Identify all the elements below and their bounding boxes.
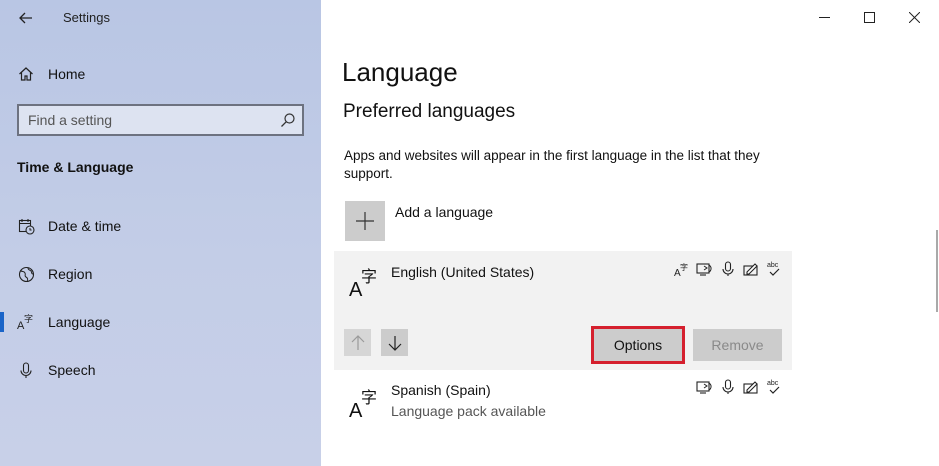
language-glyph-icon: A 字 [349, 267, 377, 299]
active-indicator [0, 312, 4, 332]
sidebar-item-label: Date & time [48, 218, 122, 234]
spellcheck-icon: abc [765, 260, 782, 277]
sidebar-item-home[interactable]: Home [0, 54, 321, 94]
language-features: abc [696, 378, 782, 395]
language-item-english[interactable]: A 字 English (United States) A字 abc Optio… [334, 251, 792, 370]
display-language-icon: A字 [673, 260, 690, 277]
section-description: Apps and websites will appear in the fir… [344, 148, 760, 181]
options-button[interactable]: Options [591, 326, 685, 364]
microphone-icon [17, 361, 35, 379]
language-features: A字 abc [673, 260, 782, 277]
sidebar: Settings Home Time & Language Date & tim… [0, 0, 321, 466]
back-arrow-icon [19, 12, 32, 24]
language-name: Spanish (Spain) [391, 382, 491, 398]
language-glyph-icon: A 字 [349, 388, 377, 420]
scrollbar[interactable] [936, 230, 938, 312]
speech-recognition-icon [719, 260, 736, 277]
speech-recognition-icon [719, 378, 736, 395]
svg-text:abc: abc [767, 262, 779, 269]
home-icon [17, 65, 35, 83]
sidebar-item-label: Speech [48, 362, 96, 378]
language-status: Language pack available [391, 403, 546, 419]
svg-text:字: 字 [680, 262, 688, 272]
svg-text:abc: abc [767, 380, 779, 387]
add-language-label: Add a language [395, 204, 494, 220]
handwriting-icon [742, 378, 759, 395]
date-time-icon [17, 217, 35, 235]
page-title: Language [342, 57, 458, 87]
spellcheck-icon: abc [765, 378, 782, 395]
sidebar-item-region[interactable]: Region [0, 254, 321, 294]
language-item-spanish[interactable]: A 字 Spanish (Spain) Language pack availa… [334, 372, 792, 432]
search-box[interactable] [17, 104, 304, 136]
move-up-button[interactable] [344, 329, 371, 356]
sidebar-section-title: Time & Language [17, 159, 134, 175]
svg-text:字: 字 [361, 267, 377, 286]
plus-icon [345, 201, 385, 241]
arrow-down-icon [388, 335, 401, 351]
text-to-speech-icon [696, 260, 713, 277]
language-name: English (United States) [391, 264, 535, 280]
remove-button[interactable]: Remove [693, 329, 782, 361]
app-title: Settings [63, 10, 110, 25]
back-button[interactable] [14, 6, 38, 30]
sidebar-item-label: Home [48, 66, 86, 82]
add-language-button[interactable]: Add a language [345, 201, 645, 241]
sidebar-titlebar: Settings [0, 0, 321, 36]
handwriting-icon [742, 260, 759, 277]
text-to-speech-icon [696, 378, 713, 395]
sidebar-item-date-time[interactable]: Date & time [0, 206, 321, 246]
move-down-button[interactable] [381, 329, 408, 356]
arrow-up-icon [351, 334, 364, 350]
section-title: Preferred languages [343, 101, 516, 122]
search-input[interactable] [28, 111, 273, 129]
main-content: Language Preferred languages Apps and we… [321, 0, 939, 466]
sidebar-item-language[interactable]: A字 Language [0, 302, 321, 342]
language-icon: A字 [17, 313, 35, 331]
sidebar-item-label: Language [48, 314, 111, 330]
sidebar-item-speech[interactable]: Speech [0, 350, 321, 390]
svg-text:字: 字 [361, 388, 377, 407]
svg-text:字: 字 [24, 313, 33, 325]
search-icon[interactable] [280, 112, 296, 128]
globe-icon [17, 265, 35, 283]
sidebar-item-label: Region [48, 266, 93, 282]
